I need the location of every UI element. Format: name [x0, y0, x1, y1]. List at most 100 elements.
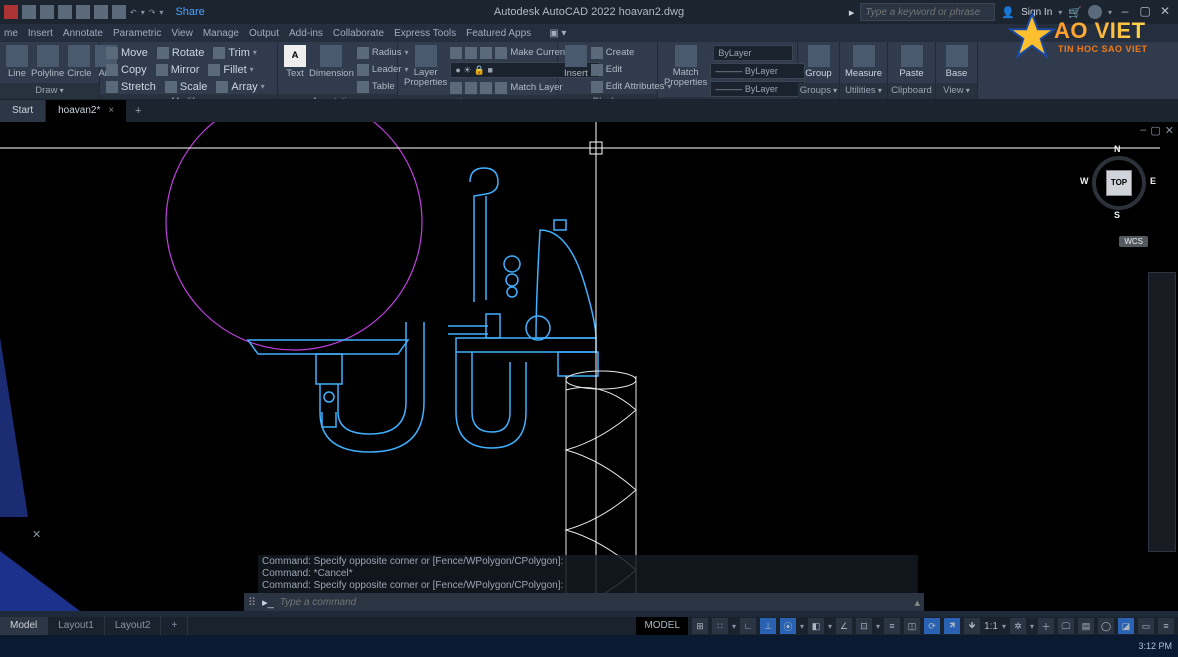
menu-output[interactable]: Output: [249, 28, 279, 39]
menu-insert[interactable]: Insert: [28, 28, 53, 39]
autocad-logo-icon[interactable]: [4, 5, 18, 19]
iso-toggle[interactable]: ◧: [808, 618, 824, 634]
command-line[interactable]: ⠿ ▸_ ▴: [244, 593, 924, 611]
snap-toggle[interactable]: ∷: [712, 618, 728, 634]
search-icon[interactable]: ▸: [849, 6, 855, 19]
save-icon[interactable]: [58, 5, 72, 19]
ws-toggle[interactable]: ✲: [1010, 618, 1026, 634]
compass-n[interactable]: N: [1114, 144, 1121, 154]
layout-1[interactable]: Layout1: [48, 617, 105, 635]
osnap-toggle[interactable]: ∠: [836, 618, 852, 634]
menu-featured[interactable]: Featured Apps: [466, 28, 531, 39]
menu-express[interactable]: Express Tools: [394, 28, 456, 39]
view-cube[interactable]: TOP N S W E: [1078, 142, 1158, 222]
redo-icon[interactable]: ↷: [149, 8, 156, 17]
match-layer-button[interactable]: Match Layer: [510, 82, 562, 93]
menu-manage[interactable]: Manage: [203, 28, 239, 39]
dimension-button[interactable]: Dimension: [309, 45, 354, 79]
layout-add[interactable]: +: [161, 617, 188, 635]
layer-properties-button[interactable]: Layer Properties: [404, 45, 447, 88]
layer-icon-7[interactable]: [480, 82, 492, 94]
layer-icon-2[interactable]: [465, 47, 477, 59]
scale-icon[interactable]: 🡻: [964, 618, 980, 634]
tab-add-button[interactable]: +: [127, 100, 149, 122]
cycling-toggle[interactable]: ⟳: [924, 618, 940, 634]
match-props-button[interactable]: Match Properties: [664, 45, 707, 88]
cube-top-face[interactable]: TOP: [1106, 170, 1132, 196]
anno-scale[interactable]: 1:1: [984, 621, 998, 632]
qprops-toggle[interactable]: ▤: [1078, 618, 1094, 634]
taskbar-clock[interactable]: 3:12 PM: [1138, 641, 1172, 651]
ortho-toggle[interactable]: ⊥: [760, 618, 776, 634]
paste-button[interactable]: Paste: [894, 45, 929, 79]
panel-groups-label[interactable]: Groups: [798, 83, 839, 99]
compass-w[interactable]: W: [1080, 176, 1089, 186]
panel-properties-label[interactable]: Properties: [658, 97, 797, 100]
model-space-label[interactable]: MODEL: [636, 617, 688, 635]
share-button[interactable]: Share: [175, 6, 204, 18]
layer-icon-3[interactable]: [480, 47, 492, 59]
plus-toggle[interactable]: ＋: [1038, 618, 1054, 634]
move-button[interactable]: MoveRotateTrim▾: [106, 45, 271, 60]
iso-draft[interactable]: ◪: [1118, 618, 1134, 634]
panel-block-label[interactable]: Block: [558, 94, 657, 100]
layer-icon-6[interactable]: [465, 82, 477, 94]
navigation-bar[interactable]: [1148, 272, 1176, 552]
panel-annotation-label[interactable]: Annotation: [278, 94, 397, 100]
cmd-handle-icon[interactable]: ⠿: [248, 596, 256, 609]
color-combo[interactable]: ByLayer: [713, 45, 793, 61]
line-combo[interactable]: ——— ByLayer: [710, 63, 805, 79]
print-icon[interactable]: [112, 5, 126, 19]
wcs-badge[interactable]: WCS: [1119, 236, 1148, 247]
menu-collaborate[interactable]: Collaborate: [333, 28, 384, 39]
undo-dd[interactable]: ▾: [141, 8, 145, 17]
tab-start[interactable]: Start: [0, 100, 46, 122]
cmd-up-icon[interactable]: ▴: [914, 596, 920, 609]
panel-close-icon[interactable]: ✕: [32, 528, 41, 541]
panel-layers-label[interactable]: Layers: [398, 95, 557, 100]
menu-parametric[interactable]: Parametric: [113, 28, 161, 39]
menu-addins[interactable]: Add-ins: [289, 28, 323, 39]
customize-toggle[interactable]: ≡: [1158, 618, 1174, 634]
layer-icon-4[interactable]: [495, 47, 507, 59]
polyline-button[interactable]: Polyline: [31, 45, 64, 79]
panel-view-label[interactable]: View: [936, 83, 977, 99]
clean-toggle[interactable]: ▭: [1138, 618, 1154, 634]
open-icon[interactable]: [40, 5, 54, 19]
grid-toggle[interactable]: ⊞: [692, 618, 708, 634]
copy-button[interactable]: CopyMirrorFillet▾: [106, 62, 271, 77]
base-button[interactable]: Base: [942, 45, 971, 79]
polar-toggle[interactable]: ⦿: [780, 618, 796, 634]
drawing-canvas[interactable]: – ▢ ✕: [0, 122, 1178, 611]
compass-e[interactable]: E: [1150, 176, 1156, 186]
panel-draw-label[interactable]: Draw: [0, 83, 99, 99]
tab-file[interactable]: hoavan2*×: [46, 100, 127, 122]
panel-modify-label[interactable]: Modify: [100, 94, 277, 100]
transparency-toggle[interactable]: ◫: [904, 618, 920, 634]
redo-dd[interactable]: ▾: [159, 8, 163, 17]
layer-icon-1[interactable]: [450, 47, 462, 59]
weight-combo[interactable]: ——— ByLayer: [710, 81, 805, 97]
lwt-toggle[interactable]: ≡: [884, 618, 900, 634]
plot-icon[interactable]: [94, 5, 108, 19]
search-input[interactable]: [860, 3, 995, 21]
layout-model[interactable]: Model: [0, 617, 48, 635]
saveas-icon[interactable]: [76, 5, 90, 19]
circle-button[interactable]: Circle: [67, 45, 91, 79]
windows-taskbar[interactable]: 3:12 PM: [0, 635, 1178, 657]
measure-button[interactable]: Measure: [846, 45, 881, 79]
vp-close[interactable]: ✕: [1165, 124, 1174, 137]
hardware-toggle[interactable]: ◯: [1098, 618, 1114, 634]
tab-close-icon[interactable]: ×: [108, 105, 114, 116]
new-icon[interactable]: [22, 5, 36, 19]
text-button[interactable]: AText: [284, 45, 306, 79]
infer-toggle[interactable]: ∟: [740, 618, 756, 634]
dyn-toggle[interactable]: 🡽: [944, 618, 960, 634]
menu-view[interactable]: View: [171, 28, 193, 39]
undo-icon[interactable]: ↶: [130, 8, 137, 17]
line-button[interactable]: Line: [6, 45, 28, 79]
ribbon-more-icon[interactable]: ▣ ▾: [549, 28, 566, 39]
monitor-toggle[interactable]: 🖵: [1058, 618, 1074, 634]
layer-icon-8[interactable]: [495, 82, 507, 94]
stretch-button[interactable]: StretchScaleArray▾: [106, 79, 271, 94]
